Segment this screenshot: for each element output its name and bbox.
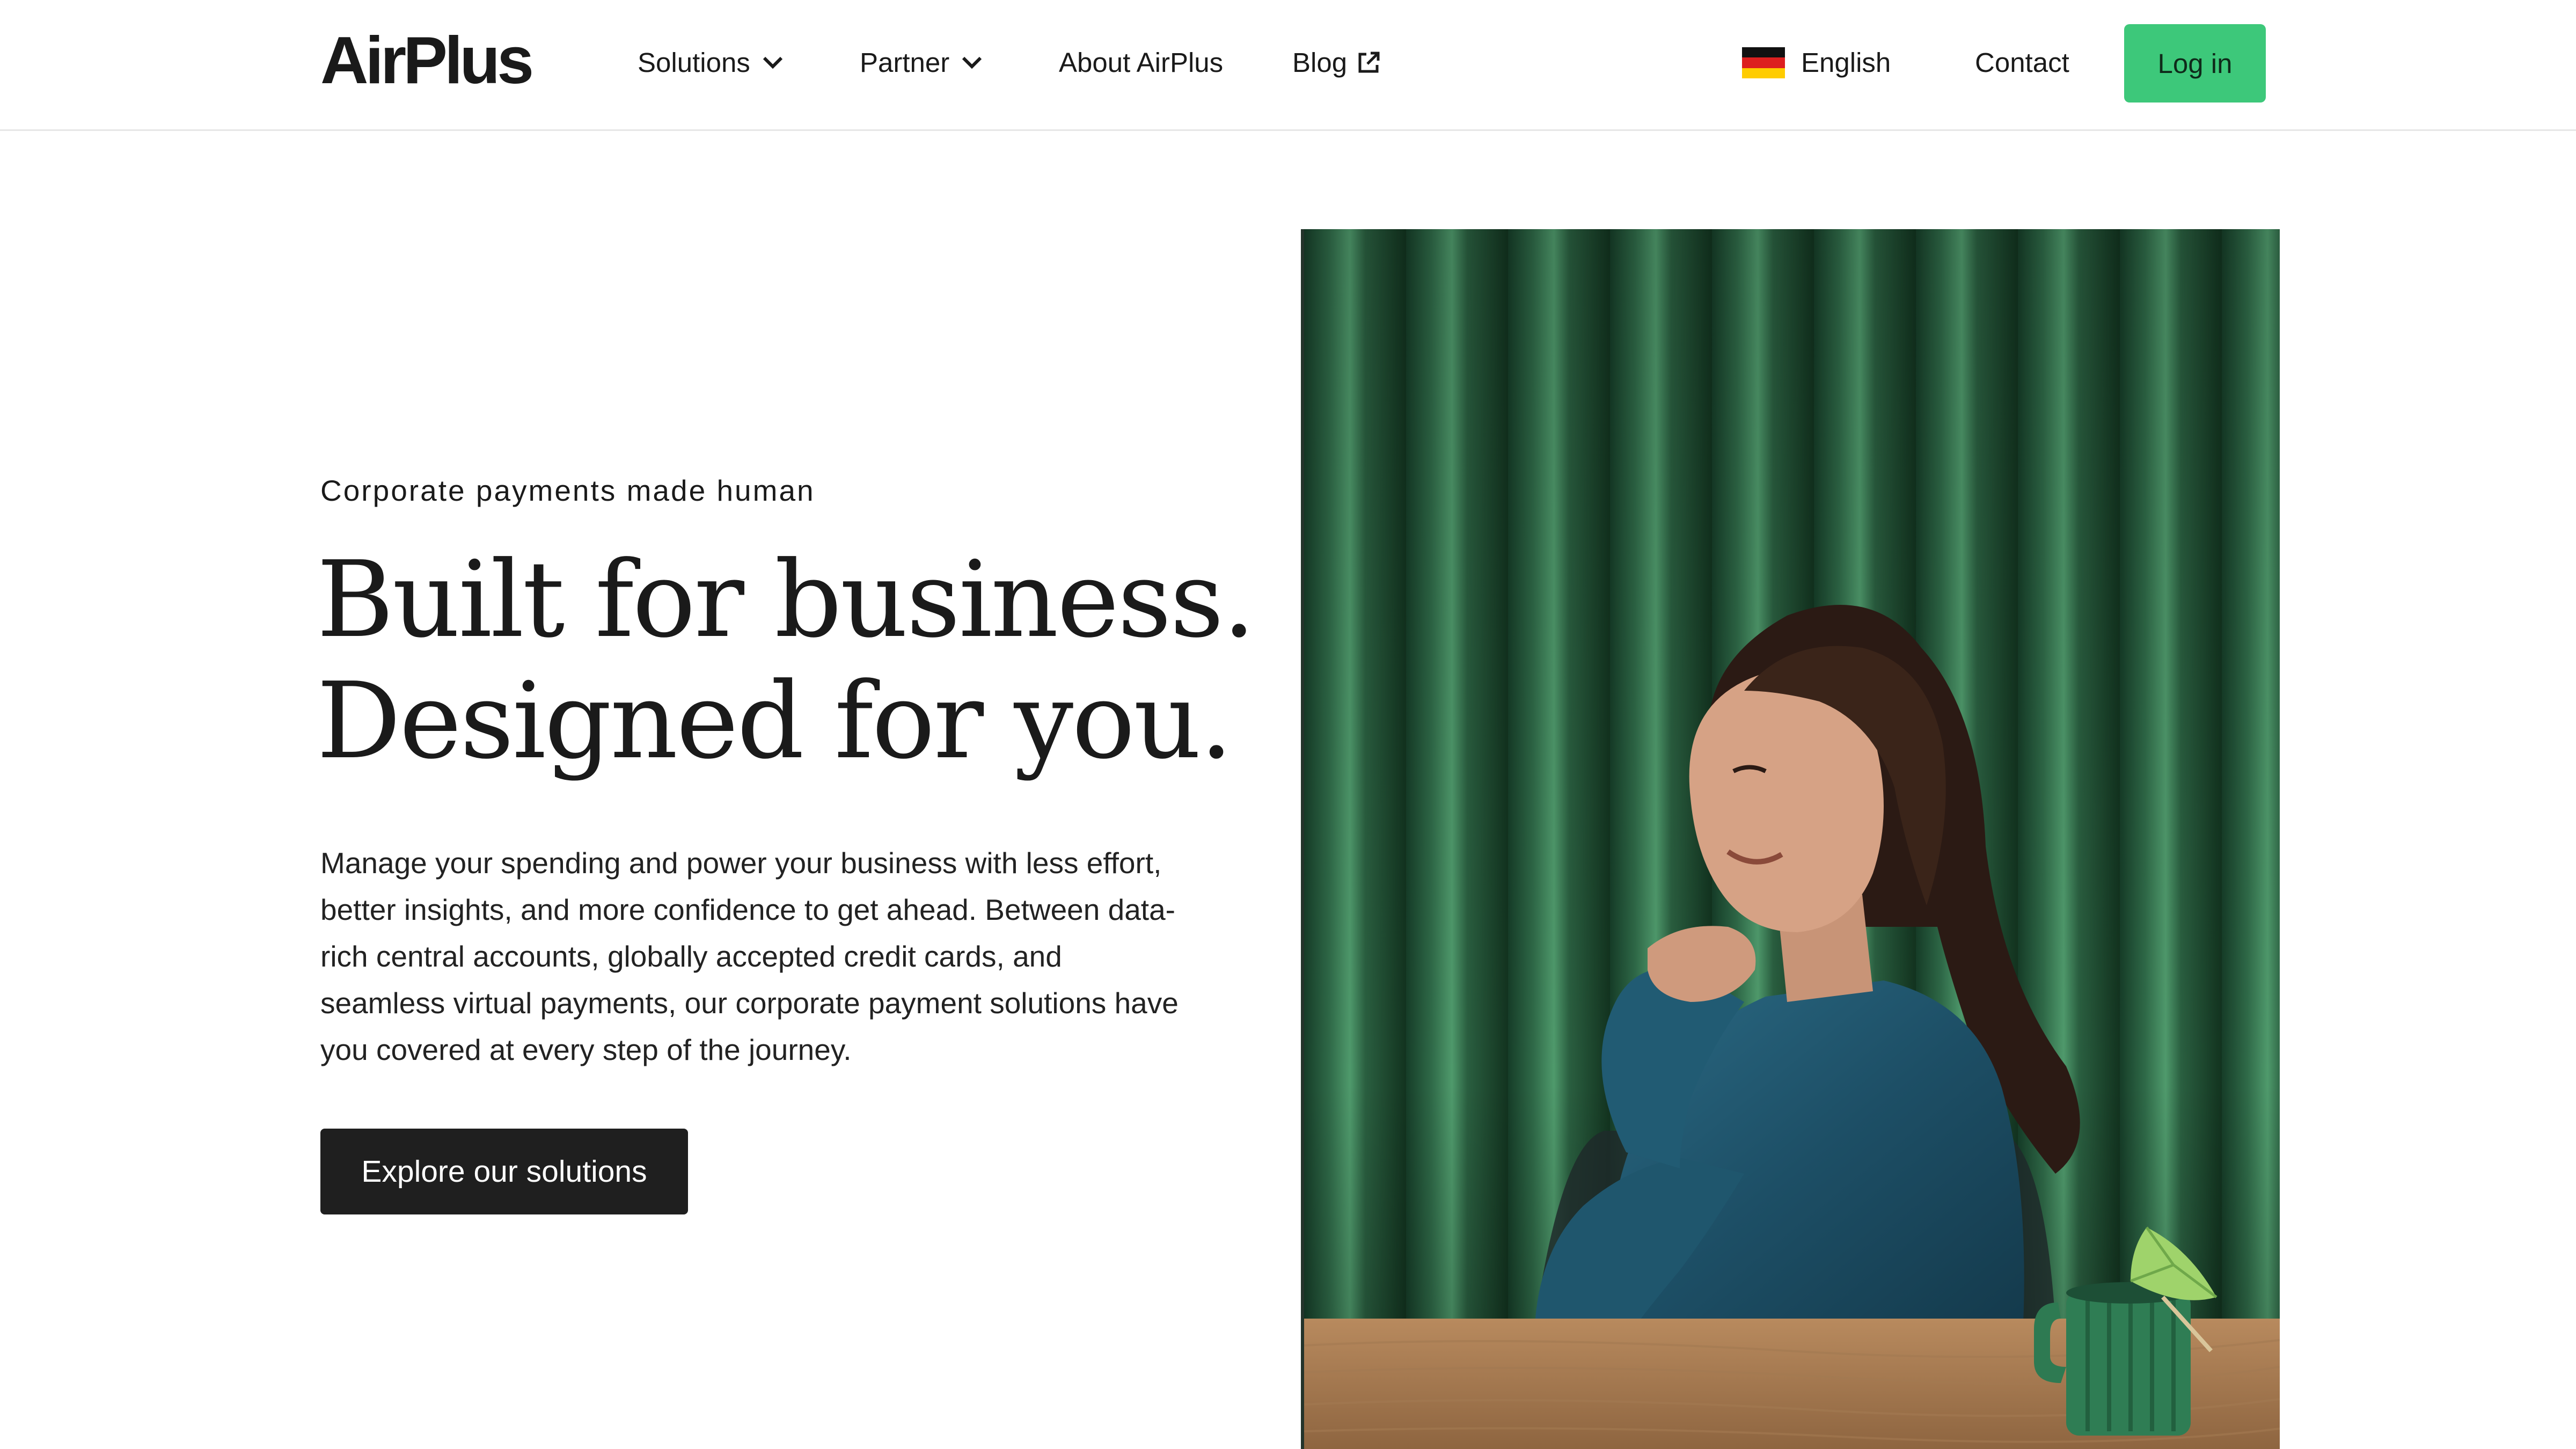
- nav-about-label: About AirPlus: [1059, 47, 1224, 78]
- nav-blog-label: Blog: [1292, 47, 1348, 78]
- nav-blog[interactable]: Blog: [1292, 45, 1380, 80]
- language-selector[interactable]: English: [1742, 45, 1891, 80]
- language-label: English: [1801, 47, 1891, 78]
- nav-partner[interactable]: Partner: [860, 45, 983, 80]
- chevron-down-icon: [762, 56, 784, 70]
- hero-eyebrow: Corporate payments made human: [320, 474, 815, 507]
- login-button[interactable]: Log in: [2124, 24, 2266, 103]
- germany-flag-icon: [1742, 47, 1785, 78]
- nav-solutions-label: Solutions: [638, 47, 750, 78]
- hero-photo: [1301, 229, 2280, 1449]
- hero-headline: Built for business. Designed for you.: [317, 539, 1256, 782]
- explore-solutions-button[interactable]: Explore our solutions: [320, 1129, 688, 1214]
- hero-headline-line1: Built for business.: [317, 539, 1256, 661]
- hero-photo-illustration: [1304, 229, 2280, 1449]
- nav-partner-label: Partner: [860, 47, 950, 78]
- airplus-logo[interactable]: AirPlus: [320, 26, 534, 96]
- hero-headline-line2: Designed for you.: [317, 660, 1233, 782]
- page: AirPlus Solutions Partner About AirPlus …: [0, 0, 2576, 1449]
- external-link-icon: [1357, 51, 1380, 75]
- nav-solutions[interactable]: Solutions: [638, 45, 784, 80]
- hero-description: Manage your spending and power your busi…: [320, 846, 1179, 1066]
- chevron-down-icon: [961, 56, 983, 70]
- nav-about[interactable]: About AirPlus: [1059, 45, 1223, 80]
- contact-link[interactable]: Contact: [1975, 45, 2069, 80]
- site-header: AirPlus Solutions Partner About AirPlus …: [0, 0, 2576, 131]
